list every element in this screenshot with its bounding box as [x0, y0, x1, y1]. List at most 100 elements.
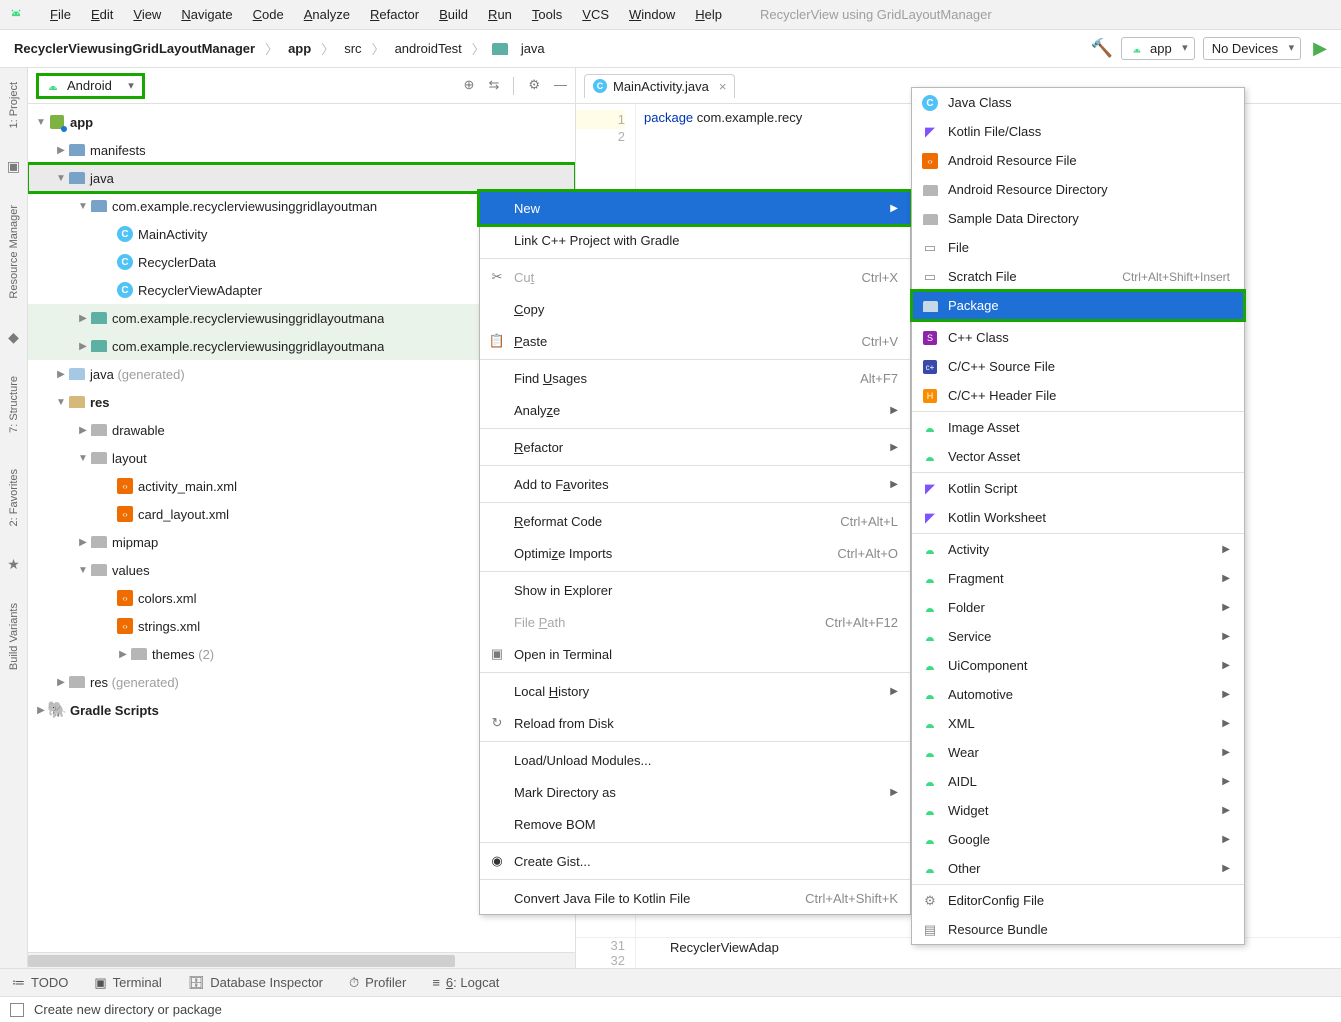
menu-code[interactable]: Code	[243, 3, 294, 26]
hide-icon[interactable]: —	[554, 77, 567, 95]
tree-app[interactable]: app	[70, 115, 93, 130]
tree-java-gen[interactable]: java (generated)	[90, 367, 185, 382]
new-sample-data-dir[interactable]: Sample Data Directory	[912, 204, 1244, 233]
tool-logcat[interactable]: ≡6: Logcat	[432, 975, 499, 990]
breadcrumb-root[interactable]: RecyclerViewusingGridLayoutManager	[10, 39, 259, 58]
ctx-cut[interactable]: ✂CutCtrl+X	[480, 261, 910, 293]
ctx-remove-bom[interactable]: Remove BOM	[480, 808, 910, 840]
tool-todo[interactable]: ≔TODO	[12, 975, 68, 991]
ctx-convert-kotlin[interactable]: Convert Java File to Kotlin FileCtrl+Alt…	[480, 882, 910, 914]
tree-pkg2[interactable]: com.example.recyclerviewusinggridlayoutm…	[112, 311, 384, 326]
new-wear[interactable]: Wear▶	[912, 738, 1244, 767]
ctx-local-history[interactable]: Local History▶	[480, 675, 910, 707]
tree-themes[interactable]: themes (2)	[152, 647, 214, 662]
ctx-link-cpp[interactable]: Link C++ Project with Gradle	[480, 224, 910, 256]
tree-res[interactable]: res	[90, 395, 110, 410]
star-icon[interactable]: ★	[7, 556, 20, 573]
tree-mainactivity[interactable]: MainActivity	[138, 227, 207, 242]
new-resource-bundle[interactable]: ▤Resource Bundle	[912, 915, 1244, 944]
ctx-mark-directory[interactable]: Mark Directory as▶	[480, 776, 910, 808]
new-c-source[interactable]: c+C/C++ Source File	[912, 352, 1244, 381]
ctx-optimize-imports[interactable]: Optimize ImportsCtrl+Alt+O	[480, 537, 910, 569]
menu-vcs[interactable]: VCS	[572, 3, 619, 26]
ctx-copy[interactable]: Copy	[480, 293, 910, 325]
tool-profiler[interactable]: ⏱Profiler	[349, 975, 406, 991]
run-config-combo[interactable]: app	[1121, 37, 1195, 60]
tree-card-layout[interactable]: card_layout.xml	[138, 507, 229, 522]
tree-layout[interactable]: layout	[112, 451, 147, 466]
ctx-reload-disk[interactable]: ↻Reload from Disk	[480, 707, 910, 739]
new-automotive[interactable]: Automotive▶	[912, 680, 1244, 709]
menu-run[interactable]: Run	[478, 3, 522, 26]
tree-pkg3[interactable]: com.example.recyclerviewusinggridlayoutm…	[112, 339, 384, 354]
ctx-show-explorer[interactable]: Show in Explorer	[480, 574, 910, 606]
menu-file[interactable]: File	[40, 3, 81, 26]
menu-help[interactable]: Help	[685, 3, 732, 26]
new-editorconfig[interactable]: ⚙EditorConfig File	[912, 886, 1244, 915]
new-kotlin-file[interactable]: ◤Kotlin File/Class	[912, 117, 1244, 146]
ctx-reformat[interactable]: Reformat CodeCtrl+Alt+L	[480, 505, 910, 537]
tool-db-inspector[interactable]: 🗄Database Inspector	[188, 975, 323, 991]
ctx-create-gist[interactable]: ◉Create Gist...	[480, 845, 910, 877]
new-scratch-file[interactable]: ▭Scratch FileCtrl+Alt+Shift+Insert	[912, 262, 1244, 291]
tree-java-row[interactable]: ▼java	[28, 164, 575, 192]
tree-colors[interactable]: colors.xml	[138, 591, 197, 606]
menu-window[interactable]: Window	[619, 3, 685, 26]
locate-icon[interactable]: ⊕	[464, 77, 475, 95]
ctx-open-terminal[interactable]: ▣Open in Terminal	[480, 638, 910, 670]
rail-res-icon[interactable]: ◆	[8, 329, 19, 346]
rail-resource-manager[interactable]: Resource Manager	[8, 199, 20, 305]
breadcrumb-androidTest[interactable]: androidTest	[391, 39, 466, 58]
tree-drawable[interactable]: drawable	[112, 423, 165, 438]
rail-favorites[interactable]: 2: Favorites	[8, 463, 20, 532]
tree-res-gen[interactable]: res (generated)	[90, 675, 179, 690]
ctx-refactor[interactable]: Refactor▶	[480, 431, 910, 463]
ctx-analyze[interactable]: Analyze▶	[480, 394, 910, 426]
new-kotlin-worksheet[interactable]: ◤Kotlin Worksheet	[912, 503, 1244, 532]
project-view-combo[interactable]: Android	[36, 73, 145, 99]
tree-recyclerdata[interactable]: RecyclerData	[138, 255, 216, 270]
new-uicomponent[interactable]: UiComponent▶	[912, 651, 1244, 680]
tool-terminal[interactable]: ▣Terminal	[94, 975, 161, 991]
new-android-resource-dir[interactable]: Android Resource Directory	[912, 175, 1244, 204]
device-combo[interactable]: No Devices	[1203, 37, 1301, 60]
tree-gradle[interactable]: Gradle Scripts	[70, 703, 159, 718]
ctx-find-usages[interactable]: Find UsagesAlt+F7	[480, 362, 910, 394]
rail-structure[interactable]: 7: Structure	[8, 370, 20, 439]
new-package[interactable]: Package	[912, 291, 1244, 320]
tree-pkg1[interactable]: com.example.recyclerviewusinggridlayoutm…	[112, 199, 377, 214]
menu-navigate[interactable]: Navigate	[171, 3, 242, 26]
new-android-resource-file[interactable]: ‹›Android Resource File	[912, 146, 1244, 175]
tree-activity-main[interactable]: activity_main.xml	[138, 479, 237, 494]
ctx-file-path[interactable]: File PathCtrl+Alt+F12	[480, 606, 910, 638]
new-kotlin-script[interactable]: ◤Kotlin Script	[912, 474, 1244, 503]
new-google[interactable]: Google▶	[912, 825, 1244, 854]
breadcrumb-app[interactable]: app	[284, 39, 315, 58]
rail-build-variants[interactable]: Build Variants	[8, 597, 20, 676]
breadcrumb-src[interactable]: src	[340, 39, 365, 58]
build-hammer-icon[interactable]: 🔨	[1091, 38, 1113, 59]
tree-h-scrollbar[interactable]	[28, 952, 575, 968]
ctx-add-favorites[interactable]: Add to Favorites▶	[480, 468, 910, 500]
menu-build[interactable]: Build	[429, 3, 478, 26]
tree-strings[interactable]: strings.xml	[138, 619, 200, 634]
tree-manifests[interactable]: manifests	[90, 143, 146, 158]
new-fragment[interactable]: Fragment▶	[912, 564, 1244, 593]
menu-analyze[interactable]: Analyze	[294, 3, 360, 26]
close-icon[interactable]: ×	[719, 79, 727, 94]
gear-icon[interactable]: ⚙	[528, 77, 540, 95]
new-activity[interactable]: Activity▶	[912, 535, 1244, 564]
new-java-class[interactable]: CJava Class	[912, 88, 1244, 117]
tree-values[interactable]: values	[112, 563, 150, 578]
new-aidl[interactable]: AIDL▶	[912, 767, 1244, 796]
tree-recycleradapter[interactable]: RecyclerViewAdapter	[138, 283, 262, 298]
editor-tab-mainactivity[interactable]: C MainActivity.java ×	[584, 74, 735, 98]
rail-folder-icon[interactable]: ▣	[7, 158, 20, 175]
menu-tools[interactable]: Tools	[522, 3, 572, 26]
new-widget[interactable]: Widget▶	[912, 796, 1244, 825]
ctx-load-unload[interactable]: Load/Unload Modules...	[480, 744, 910, 776]
collapse-icon[interactable]: ⇆	[488, 77, 499, 95]
tree-mipmap[interactable]: mipmap	[112, 535, 158, 550]
menu-edit[interactable]: Edit	[81, 3, 123, 26]
run-button[interactable]: ▶	[1309, 38, 1331, 59]
